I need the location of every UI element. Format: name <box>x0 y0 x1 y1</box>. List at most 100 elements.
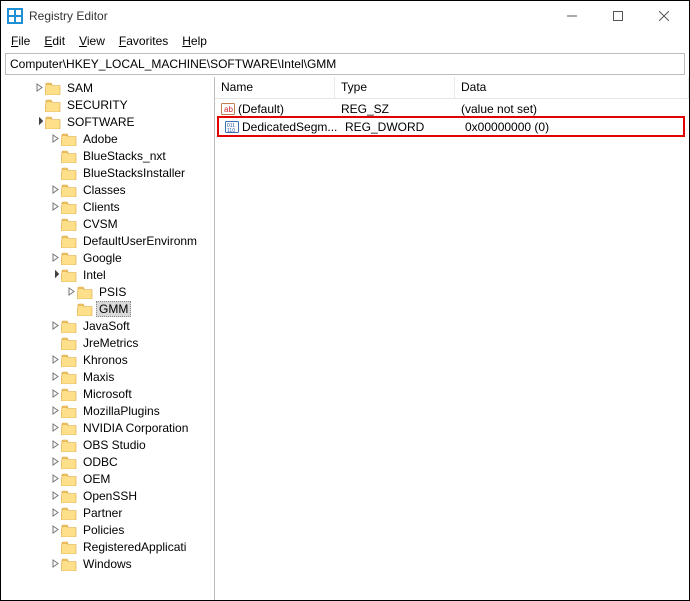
folder-icon <box>61 183 77 197</box>
menu-favorites[interactable]: Favorites <box>113 33 174 49</box>
collapse-icon[interactable] <box>33 116 45 128</box>
tree-label: Classes <box>80 183 129 197</box>
expand-icon[interactable] <box>49 524 61 536</box>
expand-icon[interactable] <box>33 82 45 94</box>
tree-google[interactable]: Google <box>1 249 214 266</box>
collapse-icon[interactable] <box>49 269 61 281</box>
folder-icon <box>61 353 77 367</box>
tree-microsoft[interactable]: Microsoft <box>1 385 214 402</box>
expand-icon[interactable] <box>65 286 77 298</box>
folder-icon <box>45 115 61 129</box>
tree-maxis[interactable]: Maxis <box>1 368 214 385</box>
value-row-default[interactable]: ab (Default) REG_SZ (value not set) <box>215 100 689 117</box>
tree-oem[interactable]: OEM <box>1 470 214 487</box>
tree-label: NVIDIA Corporation <box>80 421 191 435</box>
tree-openssh[interactable]: OpenSSH <box>1 487 214 504</box>
tree-label: Policies <box>80 523 127 537</box>
tree-label: JreMetrics <box>80 336 141 350</box>
tree-clients[interactable]: Clients <box>1 198 214 215</box>
tree-label: RegisteredApplicati <box>80 540 189 554</box>
folder-icon <box>77 285 93 299</box>
expand-icon[interactable] <box>49 473 61 485</box>
tree-adobe[interactable]: Adobe <box>1 130 214 147</box>
minimize-button[interactable] <box>549 1 595 31</box>
expand-icon[interactable] <box>49 388 61 400</box>
expand-icon[interactable] <box>49 405 61 417</box>
tree-security[interactable]: SECURITY <box>1 96 214 113</box>
col-data[interactable]: Data <box>455 77 689 98</box>
tree-defaultuserenv[interactable]: DefaultUserEnvironm <box>1 232 214 249</box>
tree-sam[interactable]: SAM <box>1 79 214 96</box>
tree-label: Windows <box>80 557 135 571</box>
tree-label: SOFTWARE <box>64 115 138 129</box>
expand-icon[interactable] <box>49 456 61 468</box>
list-header: Name Type Data <box>215 77 689 99</box>
tree-bluestacksinstaller[interactable]: BlueStacksInstaller <box>1 164 214 181</box>
tree-odbc[interactable]: ODBC <box>1 453 214 470</box>
expand-icon[interactable] <box>49 354 61 366</box>
tree-psis[interactable]: PSIS <box>1 283 214 300</box>
menu-help[interactable]: Help <box>176 33 213 49</box>
tree-gmm[interactable]: GMM <box>1 300 214 317</box>
folder-icon <box>61 166 77 180</box>
tree-nvidia[interactable]: NVIDIA Corporation <box>1 419 214 436</box>
address-bar[interactable]: Computer\HKEY_LOCAL_MACHINE\SOFTWARE\Int… <box>5 53 685 75</box>
tree-cvsm[interactable]: CVSM <box>1 215 214 232</box>
col-name[interactable]: Name <box>215 77 335 98</box>
folder-icon <box>61 251 77 265</box>
tree-obs[interactable]: OBS Studio <box>1 436 214 453</box>
tree-classes[interactable]: Classes <box>1 181 214 198</box>
menu-view[interactable]: View <box>73 33 111 49</box>
folder-icon <box>61 268 77 282</box>
tree-khronos[interactable]: Khronos <box>1 351 214 368</box>
folder-icon <box>61 472 77 486</box>
tree-software[interactable]: SOFTWARE <box>1 113 214 130</box>
tree-windows[interactable]: Windows <box>1 555 214 572</box>
tree-policies[interactable]: Policies <box>1 521 214 538</box>
close-button[interactable] <box>641 1 687 31</box>
tree-label: Clients <box>80 200 123 214</box>
tree-label: Microsoft <box>80 387 135 401</box>
folder-icon <box>61 506 77 520</box>
tree-label: MozillaPlugins <box>80 404 163 418</box>
folder-icon <box>61 421 77 435</box>
value-data: 0x00000000 (0) <box>459 120 683 134</box>
tree-jremetrics[interactable]: JreMetrics <box>1 334 214 351</box>
tree-mozillaplugins[interactable]: MozillaPlugins <box>1 402 214 419</box>
tree-pane[interactable]: SAMSECURITY SOFTWAREAdobeBlueStacks_nxtBl… <box>1 77 215 600</box>
expand-icon[interactable] <box>49 371 61 383</box>
folder-icon <box>45 98 61 112</box>
folder-icon <box>61 438 77 452</box>
folder-icon <box>61 523 77 537</box>
col-type[interactable]: Type <box>335 77 455 98</box>
tree-javasoft[interactable]: JavaSoft <box>1 317 214 334</box>
expand-icon[interactable] <box>49 507 61 519</box>
highlight-annotation: 011 110 DedicatedSegm... REG_DWORD 0x000… <box>217 116 685 137</box>
maximize-button[interactable] <box>595 1 641 31</box>
expand-icon[interactable] <box>49 558 61 570</box>
tree-label: Khronos <box>80 353 131 367</box>
window-controls <box>549 1 687 31</box>
menu-file[interactable]: File <box>5 33 36 49</box>
tree-partner[interactable]: Partner <box>1 504 214 521</box>
folder-icon <box>61 234 77 248</box>
expand-icon[interactable] <box>49 490 61 502</box>
tree-label: OBS Studio <box>80 438 149 452</box>
tree-label: SAM <box>64 81 96 95</box>
expand-icon[interactable] <box>49 439 61 451</box>
values-pane[interactable]: Name Type Data ab (Default) REG_SZ (valu… <box>215 77 689 600</box>
expand-icon[interactable] <box>49 201 61 213</box>
expand-icon[interactable] <box>49 252 61 264</box>
value-row-dedicatedsegment[interactable]: 011 110 DedicatedSegm... REG_DWORD 0x000… <box>219 118 683 135</box>
expand-icon[interactable] <box>49 133 61 145</box>
tree-bluestacks-nxt[interactable]: BlueStacks_nxt <box>1 147 214 164</box>
menu-edit[interactable]: Edit <box>38 33 71 49</box>
folder-icon <box>77 302 93 316</box>
expand-icon[interactable] <box>49 422 61 434</box>
expand-icon[interactable] <box>49 320 61 332</box>
expand-icon[interactable] <box>49 184 61 196</box>
tree-label: DefaultUserEnvironm <box>80 234 200 248</box>
tree-intel[interactable]: Intel <box>1 266 214 283</box>
tree-registeredapp[interactable]: RegisteredApplicati <box>1 538 214 555</box>
tree-label: ODBC <box>80 455 121 469</box>
